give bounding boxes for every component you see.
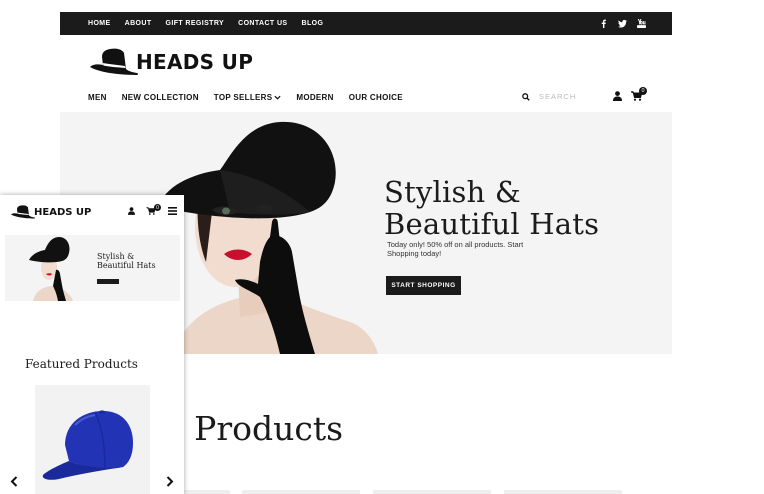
main-nav: MEN NEW COLLECTION TOP SELLERS MODERN OU… bbox=[88, 92, 418, 102]
mobile-hero-banner: Stylish & Beautiful Hats bbox=[5, 235, 180, 301]
user-icon[interactable] bbox=[613, 91, 622, 101]
search-box[interactable]: SEARCH bbox=[522, 91, 576, 102]
facebook-icon[interactable] bbox=[599, 19, 608, 28]
youtube-icon[interactable] bbox=[637, 19, 646, 28]
brand-name: HEADS UP bbox=[136, 50, 254, 74]
mobile-featured-products-heading: Featured Products bbox=[25, 357, 138, 371]
top-nav: HOME ABOUT GIFT REGISTRY CONTACT US BLOG bbox=[88, 12, 337, 35]
mobile-start-shopping-button[interactable] bbox=[97, 279, 119, 284]
nav-our-choice[interactable]: OUR CHOICE bbox=[349, 93, 403, 102]
hat-logo-icon bbox=[90, 48, 139, 75]
blue-cap-image bbox=[42, 410, 133, 480]
mobile-hero-title-line-1: Stylish & bbox=[97, 252, 135, 261]
mobile-brand-name: HEADS UP bbox=[34, 206, 92, 218]
hat-logo-icon bbox=[11, 205, 36, 219]
nav-modern[interactable]: MODERN bbox=[296, 93, 333, 102]
product-card[interactable] bbox=[504, 490, 622, 494]
product-card[interactable] bbox=[242, 490, 360, 494]
top-nav-gift-registry[interactable]: GIFT REGISTRY bbox=[166, 20, 225, 27]
nav-men[interactable]: MEN bbox=[88, 93, 107, 102]
chevron-right-icon[interactable] bbox=[166, 476, 174, 487]
chevron-down-icon bbox=[274, 95, 281, 100]
hero-subtitle: Today only! 50% off on all products. Sta… bbox=[387, 240, 524, 258]
top-nav-home[interactable]: HOME bbox=[88, 20, 111, 27]
mobile-brand-logo[interactable]: HEADS UP bbox=[10, 203, 91, 221]
top-nav-about[interactable]: ABOUT bbox=[125, 20, 152, 27]
top-nav-blog[interactable]: BLOG bbox=[301, 20, 323, 27]
search-icon[interactable] bbox=[522, 92, 530, 101]
mobile-hero-title-line-2: Beautiful Hats bbox=[97, 261, 156, 270]
social-links bbox=[599, 12, 646, 35]
top-nav-contact-us[interactable]: CONTACT US bbox=[238, 20, 287, 27]
brand-logo[interactable]: HEADS UP bbox=[88, 45, 253, 79]
mobile-preview: HEADS UP 0 Stylish & Beautiful Hats Feat… bbox=[0, 195, 184, 494]
hero-title: Stylish & Beautiful Hats bbox=[384, 176, 599, 240]
hero-title-line-1: Stylish & bbox=[384, 175, 521, 209]
search-input[interactable]: SEARCH bbox=[539, 92, 576, 101]
top-bar: HOME ABOUT GIFT REGISTRY CONTACT US BLOG bbox=[60, 12, 672, 35]
mobile-hero-title: Stylish & Beautiful Hats bbox=[97, 252, 156, 270]
nav-top-sellers-label: TOP SELLERS bbox=[213, 92, 273, 102]
twitter-icon[interactable] bbox=[618, 19, 627, 28]
cart-count-badge: 0 bbox=[639, 87, 647, 95]
nav-top-sellers[interactable]: TOP SELLERS bbox=[214, 93, 282, 102]
hamburger-menu-icon[interactable] bbox=[168, 207, 177, 215]
hero-title-line-2: Beautiful Hats bbox=[384, 207, 600, 241]
cart-count-badge: 0 bbox=[154, 204, 161, 211]
nav-new-collection[interactable]: NEW COLLECTION bbox=[122, 93, 199, 102]
chevron-left-icon[interactable] bbox=[10, 476, 18, 487]
start-shopping-button[interactable]: START SHOPPING bbox=[386, 276, 461, 295]
hero-model-image bbox=[29, 237, 73, 301]
product-card[interactable] bbox=[35, 385, 150, 494]
product-card[interactable] bbox=[373, 490, 491, 494]
user-icon[interactable] bbox=[128, 207, 135, 215]
